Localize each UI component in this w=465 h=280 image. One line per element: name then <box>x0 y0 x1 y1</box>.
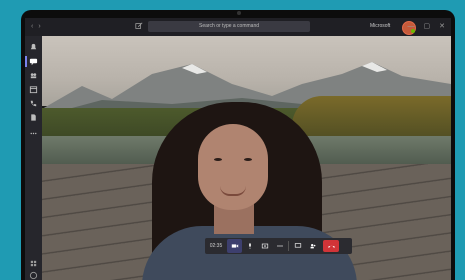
participant-eye-left <box>214 158 222 161</box>
app-rail <box>25 36 42 280</box>
title-bar: ‹ › Search or type a command Microsoft —… <box>25 18 451 36</box>
rail-item-help[interactable] <box>28 270 39 280</box>
chat-icon <box>29 58 38 66</box>
mic-toggle-button[interactable] <box>242 239 257 253</box>
calendar-icon <box>29 86 38 94</box>
rail-active-indicator <box>25 56 27 67</box>
window-controls: — ▢ ✕ <box>408 22 446 31</box>
search-input[interactable]: Search or type a command <box>148 21 310 32</box>
show-conversation-button[interactable] <box>290 239 305 253</box>
microphone-icon <box>248 243 251 249</box>
close-button[interactable]: ✕ <box>439 22 445 31</box>
share-screen-button[interactable] <box>257 239 272 253</box>
share-screen-icon <box>261 243 268 249</box>
apps-icon <box>30 260 37 267</box>
rail-item-calls[interactable] <box>28 98 39 109</box>
toolbar-divider <box>288 241 289 251</box>
bell-icon <box>30 43 37 50</box>
rail-item-chat[interactable] <box>28 56 39 67</box>
call-controls-bar: 02:35 <box>205 238 352 254</box>
help-icon <box>29 271 38 280</box>
org-switcher[interactable]: Microsoft <box>370 23 390 29</box>
more-actions-button[interactable] <box>272 239 287 253</box>
hang-up-phone-icon <box>327 245 335 248</box>
rail-item-calendar[interactable] <box>28 84 39 95</box>
participants-icon <box>310 244 315 249</box>
webcam-dot <box>237 11 241 15</box>
phone-icon <box>30 100 37 107</box>
ellipsis-icon <box>276 245 283 247</box>
teams-icon <box>30 73 37 79</box>
compose-icon[interactable] <box>135 22 143 30</box>
forward-arrow-icon[interactable]: › <box>38 22 40 32</box>
chat-bubble-icon <box>294 243 301 248</box>
teams-window: ‹ › Search or type a command Microsoft —… <box>25 18 451 280</box>
participant-eye-right <box>244 158 252 161</box>
video-camera-icon <box>231 244 238 248</box>
nav-arrows: ‹ › <box>31 22 41 32</box>
minimize-button[interactable]: — <box>408 22 415 31</box>
rail-item-files[interactable] <box>28 112 39 123</box>
hang-up-button[interactable] <box>323 240 339 252</box>
rail-item-teams[interactable] <box>28 70 39 81</box>
participant-face <box>198 124 268 210</box>
rail-item-more[interactable] <box>28 128 39 139</box>
more-icon <box>30 132 37 135</box>
back-arrow-icon[interactable]: ‹ <box>31 22 33 32</box>
camera-toggle-button[interactable] <box>227 239 242 253</box>
show-participants-button[interactable] <box>305 239 320 253</box>
rail-item-activity[interactable] <box>28 42 39 53</box>
file-icon <box>31 114 36 121</box>
rail-item-apps[interactable] <box>28 258 39 269</box>
call-timer: 02:35 <box>209 243 223 249</box>
maximize-button[interactable]: ▢ <box>424 22 431 31</box>
